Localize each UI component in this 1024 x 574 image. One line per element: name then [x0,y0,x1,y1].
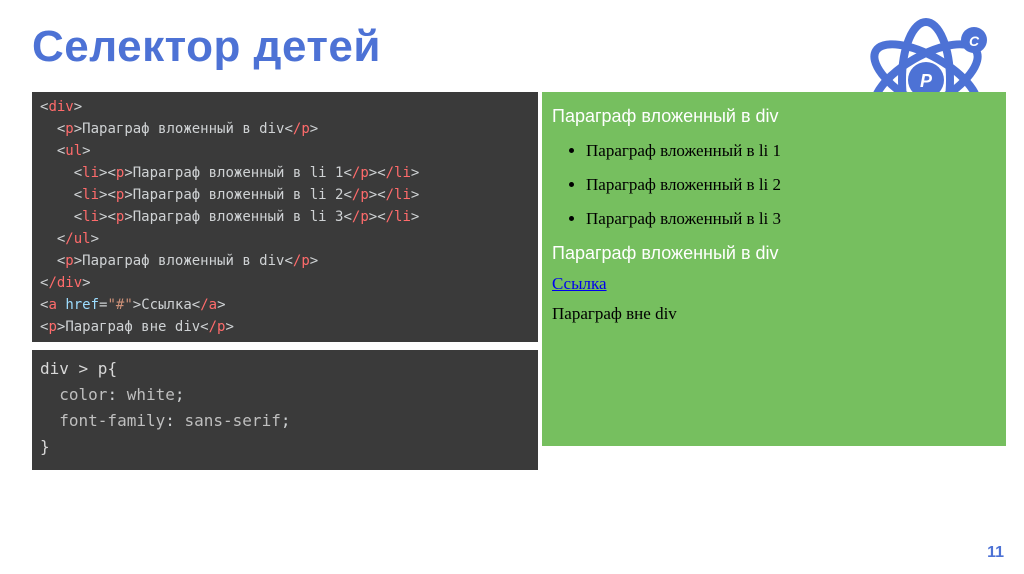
page-number: 11 [987,544,1004,562]
html-code-block: <div> <p>Параграф вложенный в div</p> <u… [32,92,538,342]
tag: /div [48,275,82,291]
brace: } [40,437,50,456]
preview-paragraph: Параграф вложенный в div [552,243,996,264]
content-row: <div> <p>Параграф вложенный в div</p> <u… [32,92,1006,470]
tag: /li [386,165,411,181]
code-text: Ссылка [141,297,192,313]
tag: p [65,121,73,137]
code-text: Параграф вложенный в li 1 [133,165,344,181]
tag: li [82,165,99,181]
tag: /p [352,165,369,181]
tag: /p [209,319,226,335]
tag: ul [65,143,82,159]
render-preview: Параграф вложенный в div Параграф вложен… [542,92,1006,446]
svg-text:P: P [920,71,933,91]
svg-text:C: C [969,33,980,49]
tag: p [65,253,73,269]
list-item: Параграф вложенный в li 2 [586,175,996,195]
preview-paragraph: Параграф вне div [552,304,996,324]
tag: p [116,209,124,225]
slide-title: Селектор детей [32,22,381,72]
tag: /li [386,187,411,203]
right-column: Параграф вложенный в div Параграф вложен… [542,92,1006,470]
tag: /a [200,297,217,313]
code-text: Параграф вложенный в li 3 [133,209,344,225]
list-item: Параграф вложенный в li 1 [586,141,996,161]
tag: /ul [65,231,90,247]
css-selector: div > p [40,359,107,378]
css-prop: font-family [59,411,165,430]
css-value: white [127,385,175,404]
brace: { [107,359,117,378]
code-text: Параграф вложенный в div [82,253,284,269]
code-text: Параграф вне div [65,319,200,335]
tag: a [48,297,56,313]
list-item: Параграф вложенный в li 3 [586,209,996,229]
preview-list: Параграф вложенный в li 1 Параграф вложе… [586,141,996,229]
tag: p [116,165,124,181]
code-text: Параграф вложенный в li 2 [133,187,344,203]
tag: li [82,209,99,225]
css-value: sans-serif [185,411,281,430]
tag: p [116,187,124,203]
tag: /p [293,121,310,137]
css-code-block: div > p{ color: white; font-family: sans… [32,350,538,470]
tag: div [48,99,73,115]
preview-paragraph: Параграф вложенный в div [552,106,996,127]
tag: p [48,319,56,335]
tag: /p [352,187,369,203]
left-column: <div> <p>Параграф вложенный в div</p> <u… [32,92,538,470]
attr: href [65,297,99,313]
tag: /p [352,209,369,225]
tag: /li [386,209,411,225]
attr-value: "#" [107,297,132,313]
code-text: Параграф вложенный в div [82,121,284,137]
css-prop: color [59,385,107,404]
tag: li [82,187,99,203]
preview-link[interactable]: Ссылка [552,274,996,294]
tag: /p [293,253,310,269]
